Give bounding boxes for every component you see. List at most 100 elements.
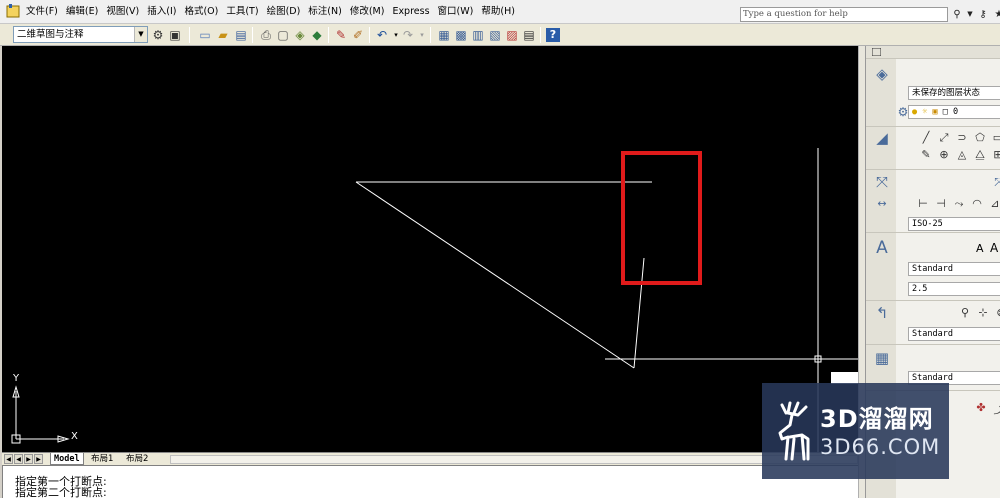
key-icon[interactable]: ⚷ [976,6,990,22]
watermark-logo: 3D溜溜网 3D66.COM [762,383,949,479]
command-history-line: 指定第二个打断点: [15,486,107,498]
markup-icon[interactable]: ▨ [504,26,520,44]
layer-state-dropdown[interactable]: 未保存的图层状态 [908,86,1000,100]
dimension-tools-row: ⊢ ⊣ ⤳ ◠ ⊿ [916,197,1000,211]
menu-items: 文件(F) 编辑(E) 视图(V) 插入(I) 格式(O) 工具(T) 绘图(D… [22,0,519,24]
help-icon[interactable]: ? [546,28,560,42]
match-prop-icon[interactable]: ✐ [350,26,366,44]
arc-dim-icon[interactable]: ◠ [970,197,984,211]
help-search-input[interactable]: Type a question for help [740,7,948,22]
polyline-icon[interactable]: ⊃ [955,131,969,145]
modify-tool-2-icon[interactable]: ⤴ [992,401,1000,417]
horizontal-scrollbar[interactable] [170,455,858,464]
hatch-icon[interactable]: ✎ [919,148,933,162]
sheet-set-icon[interactable]: ▧ [487,26,503,44]
tool-palette-icon[interactable]: ▥ [470,26,486,44]
table-icon[interactable]: ▦ [873,349,891,367]
chevron-down-icon[interactable]: ▼ [134,27,147,42]
preview-icon[interactable]: ▢ [275,26,291,44]
line-icon[interactable]: ╱ [919,131,933,145]
polygon-icon[interactable]: ⬠ [973,131,987,145]
modify-tool-icon[interactable]: ✤ [974,401,988,417]
menu-bar: 文件(F) 编辑(E) 视图(V) 插入(I) 格式(O) 工具(T) 绘图(D… [0,0,1000,24]
tab-model[interactable]: Model [50,453,84,465]
multiline-text-icon[interactable]: A [990,241,998,255]
model-space-canvas[interactable]: Y X [2,46,858,452]
tab-first-icon[interactable]: ◀ [4,454,13,464]
dimension-style-icon[interactable]: ⤧ [990,173,1000,191]
menu-modify[interactable]: 修改(M) [346,0,389,24]
new-icon[interactable]: ▭ [197,26,213,44]
menu-view[interactable]: 视图(V) [102,0,143,24]
tab-layout2[interactable]: 布局2 [123,453,151,465]
plot-icon[interactable]: ◆ [309,26,325,44]
cut-icon[interactable]: ✎ [333,26,349,44]
multileader-panel-icon[interactable]: ↰ [873,304,891,322]
menu-express[interactable]: Express [388,0,433,24]
menu-dimension[interactable]: 标注(N) [304,0,346,24]
print-icon[interactable]: ⎙ [258,26,274,44]
menu-file[interactable]: 文件(F) [22,0,62,24]
workspace-dropdown[interactable]: 二维草图与注释 ▼ [13,26,148,43]
command-window[interactable]: 指定第一个打断点: 指定第二个打断点: [2,465,858,498]
text-panel-icon[interactable]: A [873,239,891,257]
radius-dim-icon[interactable]: ⊿ [988,197,1000,211]
single-line-text-icon[interactable]: A [976,242,984,255]
publish-icon[interactable]: ◈ [292,26,308,44]
autocad-app-icon[interactable] [6,4,20,18]
palette-menu-icon[interactable] [872,48,881,56]
layers-icon[interactable]: ◈ [873,65,891,83]
menu-edit[interactable]: 编辑(E) [62,0,102,24]
toolbar-separator [540,27,541,43]
open-icon[interactable]: ▰ [215,26,231,44]
layer-dropdown[interactable]: ● ☼ ▣ □ 0 [908,105,1000,119]
color-swatch-icon[interactable]: □ [943,107,948,117]
menu-window[interactable]: 窗口(W) [434,0,478,24]
save-icon[interactable]: ▤ [233,26,249,44]
array-icon[interactable]: ⊞ [991,148,1000,162]
dim-style-dropdown[interactable]: ISO-25 [908,217,1000,231]
design-center-icon[interactable]: ▩ [453,26,469,44]
tab-next-icon[interactable]: ▶ [24,454,33,464]
lock-icon[interactable]: ▣ [933,107,938,117]
ordinate-dim-icon[interactable]: ⊣ [934,197,948,211]
workspace-settings-icon[interactable]: ⚙ [150,26,166,44]
boundary-icon[interactable]: ◬ [955,148,969,162]
chevron-down-icon[interactable]: ▾ [414,26,430,44]
jogged-dim-icon[interactable]: ⤳ [952,197,966,211]
tab-prev-icon[interactable]: ◀ [14,454,23,464]
menu-tools[interactable]: 工具(T) [222,0,262,24]
remove-leader-icon[interactable]: ⊗ [994,306,1000,319]
text-style-dropdown[interactable]: Standard [908,262,1000,276]
workspace-lock-icon[interactable]: ▣ [167,26,183,44]
sun-icon[interactable]: ☼ [922,107,927,117]
calculator-icon[interactable]: ▤ [521,26,537,44]
tab-last-icon[interactable]: ▶ [34,454,43,464]
aligned-dim-icon[interactable]: ⊢ [916,197,930,211]
draw-panel-icon[interactable]: ◢ [873,129,891,147]
lightbulb-icon[interactable]: ● [912,107,917,117]
chevron-down-icon[interactable]: ▼ [966,6,974,22]
menu-draw[interactable]: 绘图(D) [263,0,305,24]
mleader-style-dropdown[interactable]: Standard [908,327,1000,341]
rectangle-icon[interactable]: ▭ [991,131,1000,145]
toolbar-separator [189,27,190,43]
menu-help[interactable]: 帮助(H) [477,0,519,24]
menu-format[interactable]: 格式(O) [180,0,222,24]
draw-tools-row-2: ✎ ⊕ ◬ ⧋ ⊞ [919,148,1000,162]
deer-logo-icon [778,401,810,461]
construction-line-icon[interactable]: ⤢ [937,131,951,145]
gradient-icon[interactable]: ⊕ [937,148,951,162]
binoculars-icon[interactable]: ⚲ [950,6,964,22]
align-leader-icon[interactable]: ⊹ [976,306,990,319]
menu-insert[interactable]: 插入(I) [143,0,180,24]
tab-layout1[interactable]: 布局1 [88,453,116,465]
layers-panel: ◈ ⚙ 未保存的图层状态 ● ☼ ▣ □ 0 [866,58,1000,126]
properties-icon[interactable]: ▦ [436,26,452,44]
star-icon[interactable]: ★ [992,6,1000,22]
dimension-panel-icon[interactable]: ⤧ [873,173,891,191]
linear-dim-icon[interactable]: ↔ [873,195,891,213]
text-height-field[interactable]: 2.5 [908,282,1000,296]
add-leader-icon[interactable]: ⚲ [958,306,972,319]
mirror-icon[interactable]: ⧋ [973,148,987,162]
